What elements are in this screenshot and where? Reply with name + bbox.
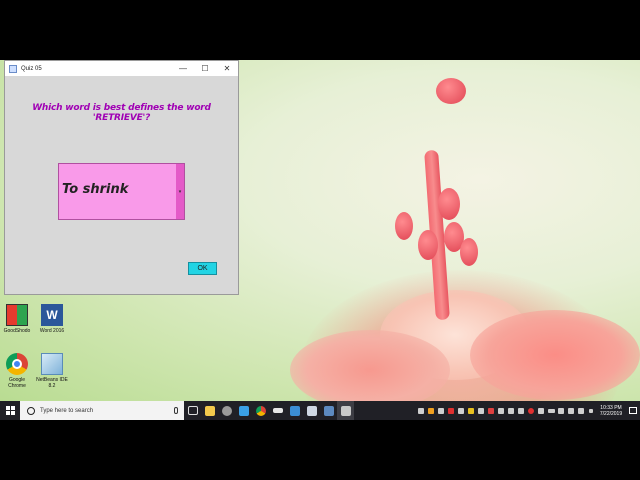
desktop-icon-label: GoodShodo (3, 328, 31, 334)
tray-icon[interactable] (456, 401, 466, 420)
desktop-icon-label: NetBeans IDE 8.2 (36, 377, 68, 389)
word-icon: W (41, 304, 63, 326)
tray-icon[interactable] (526, 401, 536, 420)
taskbar: Type here to search 10:33 PM 7/22/2019 (0, 401, 640, 420)
desktop-icon-goodshodo[interactable]: GoodShodo (0, 304, 34, 334)
settings-icon[interactable] (566, 401, 576, 420)
tray-icon[interactable] (476, 401, 486, 420)
quiz-window: Quiz 05 — ☐ ✕ Which word is best defines… (4, 60, 239, 295)
tray-icon[interactable] (446, 401, 456, 420)
edge-icon[interactable] (218, 401, 235, 420)
window-title: Quiz 05 (21, 65, 42, 72)
wallpaper-petal (290, 330, 450, 401)
system-tray: 10:33 PM 7/22/2019 (416, 401, 640, 420)
desktop-icon-word[interactable]: W Word 2016 (35, 304, 69, 334)
tray-icon[interactable] (466, 401, 476, 420)
tray-icon[interactable] (486, 401, 496, 420)
photos-icon[interactable] (235, 401, 252, 420)
search-placeholder: Type here to search (40, 407, 94, 414)
taskbar-search[interactable]: Type here to search (20, 401, 184, 420)
tray-icon[interactable] (556, 401, 566, 420)
clock-date: 7/22/2019 (599, 410, 623, 417)
tray-icon[interactable] (496, 401, 506, 420)
task-view-icon[interactable] (184, 401, 201, 420)
search-icon (27, 406, 35, 415)
java-app-icon[interactable] (337, 401, 354, 420)
pen-icon[interactable] (576, 401, 586, 420)
close-button[interactable]: ✕ (216, 61, 238, 76)
media-icon[interactable] (269, 401, 286, 420)
netbeans-icon[interactable] (320, 401, 337, 420)
answer-dropdown[interactable]: To shrink ▾ (58, 163, 185, 220)
window-titlebar[interactable]: Quiz 05 — ☐ ✕ (5, 61, 238, 76)
windows-logo-icon (5, 406, 15, 415)
minimize-button[interactable]: — (172, 61, 194, 76)
wallpaper-bud (460, 238, 478, 266)
chevron-down-icon[interactable]: ▾ (176, 164, 184, 219)
wallpaper-bud (436, 78, 466, 104)
app-icon (6, 304, 28, 326)
clock-time: 10:33 PM (600, 404, 622, 411)
chrome-icon (6, 353, 28, 375)
answer-selected-value: To shrink (62, 182, 129, 197)
file-explorer-icon[interactable] (201, 401, 218, 420)
desktop-icon-netbeans[interactable]: NetBeans IDE 8.2 (35, 353, 69, 389)
volume-icon[interactable] (506, 401, 516, 420)
wallpaper-bud (418, 230, 438, 260)
network-icon[interactable] (516, 401, 526, 420)
wallpaper-bud (395, 212, 413, 240)
chevron-up-icon[interactable] (586, 401, 596, 420)
tray-icon[interactable] (426, 401, 436, 420)
battery-icon[interactable] (546, 401, 556, 420)
question-label: Which word is best defines the word 'RET… (32, 103, 211, 123)
tray-icon[interactable] (416, 401, 426, 420)
outlook-icon[interactable] (303, 401, 320, 420)
microphone-icon[interactable] (174, 407, 178, 414)
notification-icon[interactable] (626, 401, 640, 420)
wallpaper-bud (438, 188, 460, 220)
desktop-icon-label: Word 2016 (39, 328, 65, 334)
chrome-icon[interactable] (252, 401, 269, 420)
netbeans-icon (41, 353, 63, 375)
wallpaper-petal (470, 310, 640, 400)
tray-icon[interactable] (536, 401, 546, 420)
tray-icon[interactable] (436, 401, 446, 420)
desktop-icon-chrome[interactable]: Google Chrome (0, 353, 34, 389)
desktop-icon-label: Google Chrome (8, 377, 26, 389)
start-button[interactable] (0, 401, 20, 420)
maximize-button[interactable]: ☐ (194, 61, 216, 76)
store-icon[interactable] (286, 401, 303, 420)
ok-button[interactable]: OK (188, 262, 217, 275)
taskbar-clock[interactable]: 10:33 PM 7/22/2019 (596, 405, 626, 417)
java-app-icon (9, 64, 17, 73)
